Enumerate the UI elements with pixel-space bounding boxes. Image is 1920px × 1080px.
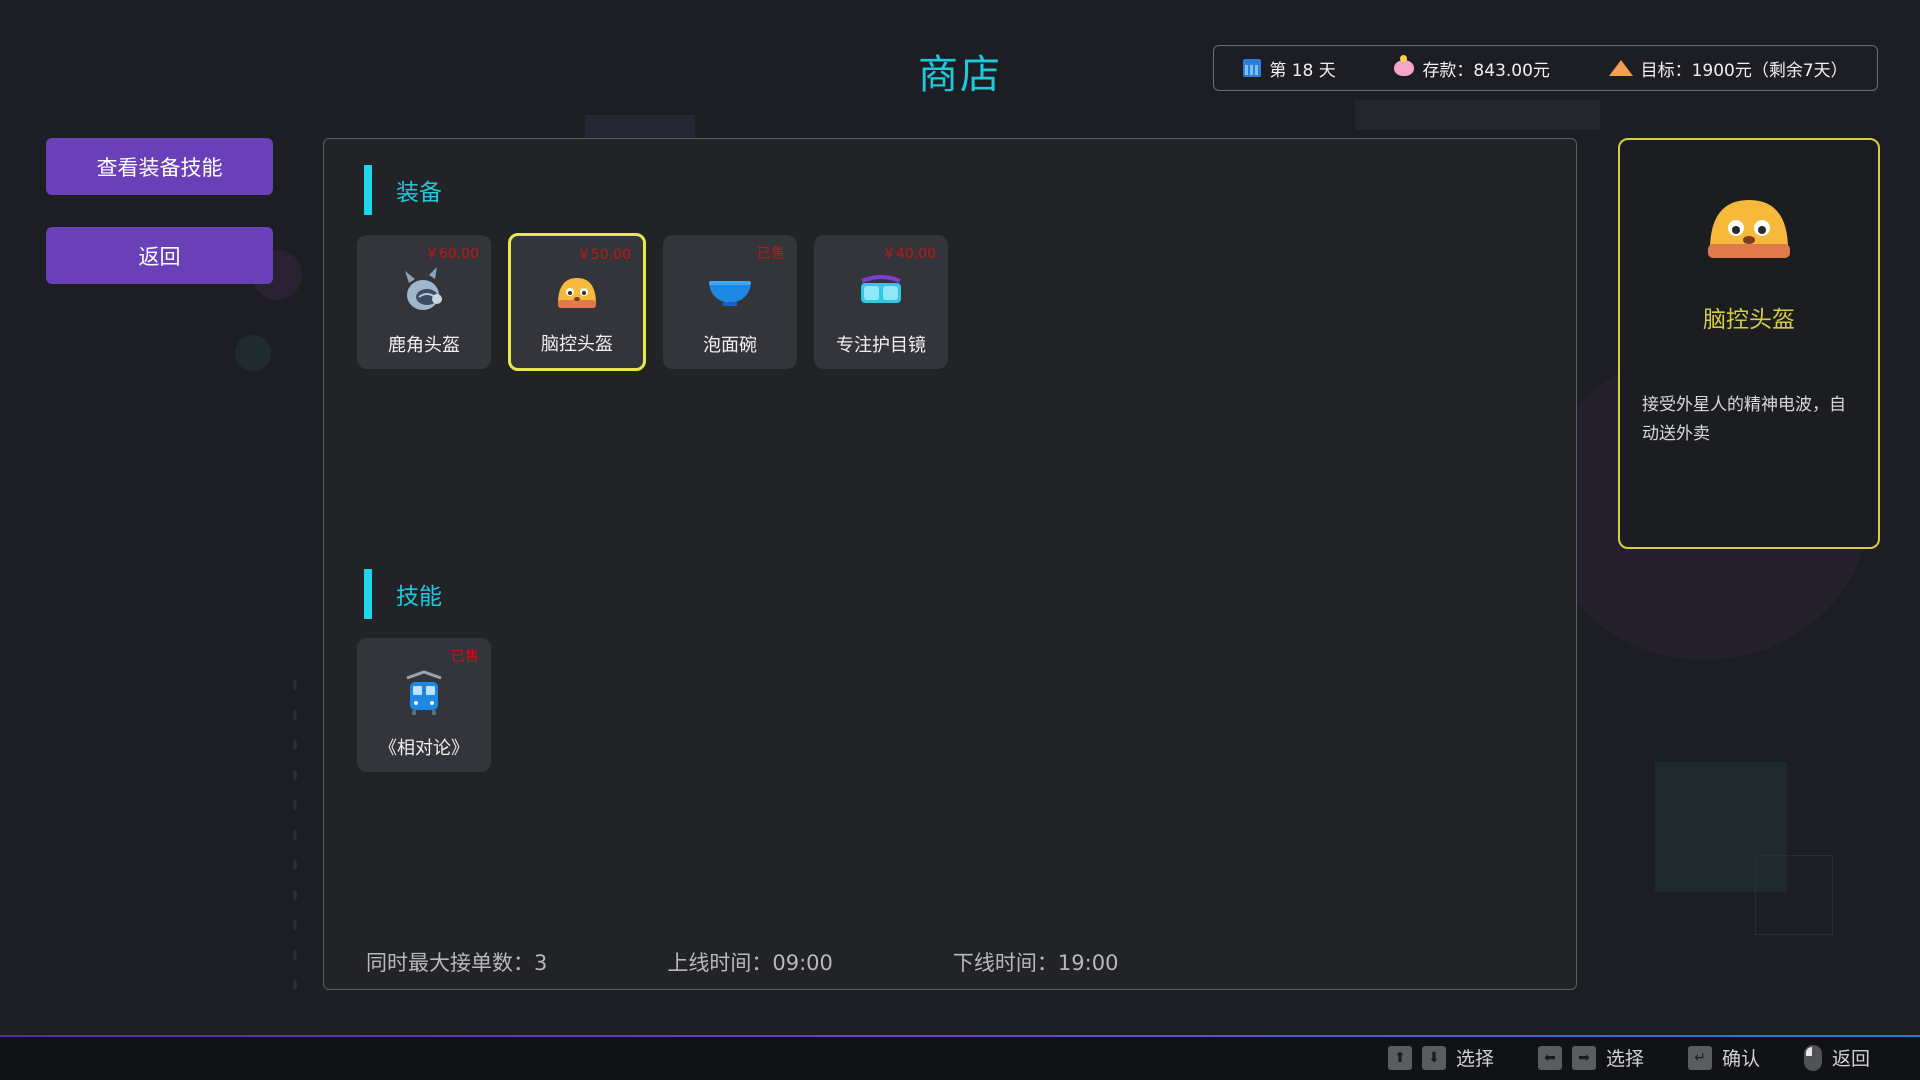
background-decoration [1355, 100, 1600, 130]
equipment-section-header: 装备 [364, 165, 442, 215]
control-hints: ⬆ ⬇ 选择 ⬅ ➡ 选择 ↵ 确认 返回 [1387, 1044, 1870, 1071]
noodle-bowl-icon [709, 281, 751, 306]
background-decoration [290, 670, 300, 1000]
hint-vertical-select: ⬆ ⬇ 选择 [1387, 1044, 1494, 1071]
online-time-stat: 上线时间：09:00 [667, 951, 833, 975]
goal-display: 目标：1900元（剩余7天） [1608, 56, 1848, 81]
page-title: 商店 [918, 52, 1002, 98]
focus-goggles-icon [861, 275, 901, 303]
skills-list: 已售 《相对论》 [357, 638, 491, 772]
day-text: 第 18 天 [1269, 60, 1336, 81]
shop-item-antler-helmet[interactable]: ￥60.00 鹿角头盔 [357, 235, 491, 369]
item-sold-label: 已售 [757, 246, 785, 262]
robot-horn-helmet-icon [405, 267, 442, 310]
equipment-list: ￥60.00 鹿角头盔 ￥50.00 脑控头盔 已售 泡面碗 ￥40.00 专注… [357, 233, 948, 371]
shop-item-mind-control-helmet[interactable]: ￥50.00 脑控头盔 [508, 233, 646, 371]
background-decoration [235, 335, 271, 371]
savings-text: 存款：843.00元 [1422, 60, 1550, 81]
item-name: 专注护目镜 [836, 335, 926, 356]
skills-section-header: 技能 [364, 569, 442, 619]
savings-display: 存款：843.00元 [1394, 55, 1550, 81]
detail-item-name: 脑控头盔 [1703, 307, 1795, 333]
shop-item-relativity[interactable]: 已售 《相对论》 [357, 638, 491, 772]
item-name: 《相对论》 [379, 738, 469, 759]
item-price: ￥50.00 [576, 247, 631, 263]
hint-confirm: ↵ 确认 [1687, 1044, 1760, 1071]
mind-control-helmet-icon [558, 278, 596, 308]
piggy-bank-icon [1394, 55, 1415, 76]
item-name: 鹿角头盔 [388, 335, 460, 356]
status-bar: 第 18 天 存款：843.00元 目标：1900元（剩余7天） [1213, 45, 1878, 91]
item-price: ￥40.00 [881, 246, 936, 262]
mind-control-helmet-icon [1708, 200, 1790, 258]
mountain-goal-icon [1608, 60, 1633, 76]
item-detail-panel: 脑控头盔 接受外星人的精神电波，自动送外卖 [1618, 138, 1880, 549]
background-decoration [1655, 762, 1787, 892]
section-accent-bar [364, 165, 372, 215]
right-arrow-key-icon: ➡ [1571, 1045, 1596, 1070]
goal-text: 目标：1900元（剩余7天） [1640, 60, 1848, 81]
view-equipment-skills-button[interactable]: 查看装备技能 [46, 138, 273, 195]
hint-label: 选择 [1605, 1048, 1644, 1070]
train-icon [406, 670, 442, 715]
down-arrow-key-icon: ⬇ [1421, 1045, 1446, 1070]
shop-item-noodle-bowl[interactable]: 已售 泡面碗 [663, 235, 797, 369]
left-arrow-key-icon: ⬅ [1537, 1045, 1562, 1070]
item-name: 泡面碗 [703, 335, 757, 356]
up-arrow-key-icon: ⬆ [1387, 1045, 1412, 1070]
offline-time-stat: 下线时间：19:00 [952, 951, 1119, 975]
enter-key-icon: ↵ [1687, 1045, 1712, 1070]
section-accent-bar [364, 569, 372, 619]
skills-section-title: 技能 [396, 584, 442, 610]
detail-item-description: 接受外星人的精神电波，自动送外卖 [1642, 395, 1846, 444]
shop-panel: 装备 ￥60.00 鹿角头盔 ￥50.00 脑控头盔 已售 泡面碗 ￥40.00… [323, 138, 1577, 990]
hint-label: 返回 [1831, 1048, 1870, 1070]
max-orders-stat: 同时最大接单数：3 [366, 951, 548, 975]
background-decoration [585, 115, 695, 139]
hint-label: 选择 [1455, 1048, 1494, 1070]
day-counter: 第 18 天 [1243, 56, 1336, 81]
hint-horizontal-select: ⬅ ➡ 选择 [1537, 1044, 1644, 1071]
item-price: ￥60.00 [424, 246, 479, 262]
item-name: 脑控头盔 [541, 334, 613, 355]
shop-item-focus-goggles[interactable]: ￥40.00 专注护目镜 [814, 235, 948, 369]
player-stats: 同时最大接单数：3 上线时间：09:00 下线时间：19:00 [366, 947, 1238, 977]
hint-back: 返回 [1803, 1044, 1870, 1071]
item-sold-label: 已售 [451, 649, 479, 665]
mouse-right-icon [1803, 1044, 1822, 1071]
background-decoration [1755, 855, 1833, 935]
back-button[interactable]: 返回 [46, 227, 273, 284]
equipment-section-title: 装备 [396, 180, 442, 206]
hint-label: 确认 [1721, 1048, 1760, 1070]
calendar-icon [1243, 59, 1262, 77]
